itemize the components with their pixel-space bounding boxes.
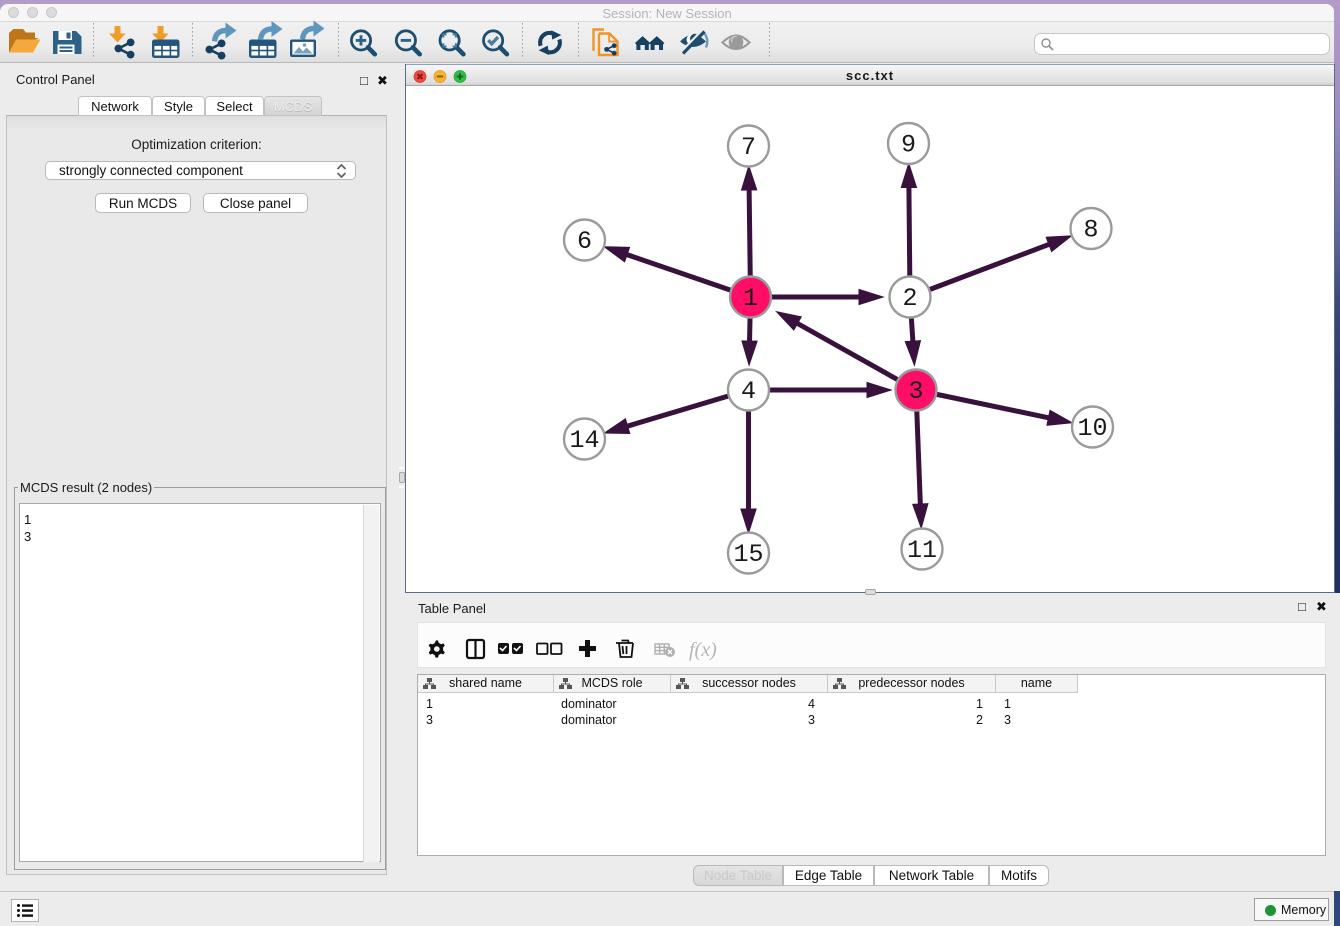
svg-text:7: 7 — [741, 133, 756, 162]
svg-text:10: 10 — [1077, 414, 1107, 443]
svg-text:6: 6 — [577, 227, 592, 256]
svg-text:3: 3 — [908, 377, 923, 406]
svg-text:2: 2 — [902, 284, 917, 313]
svg-text:11: 11 — [907, 536, 937, 565]
svg-text:4: 4 — [741, 377, 756, 406]
svg-text:14: 14 — [569, 426, 599, 455]
svg-text:8: 8 — [1083, 216, 1098, 245]
svg-text:f(x): f(x) — [689, 639, 717, 661]
svg-text:1: 1 — [743, 284, 758, 313]
svg-text:9: 9 — [901, 131, 916, 160]
svg-text:15: 15 — [733, 540, 763, 569]
